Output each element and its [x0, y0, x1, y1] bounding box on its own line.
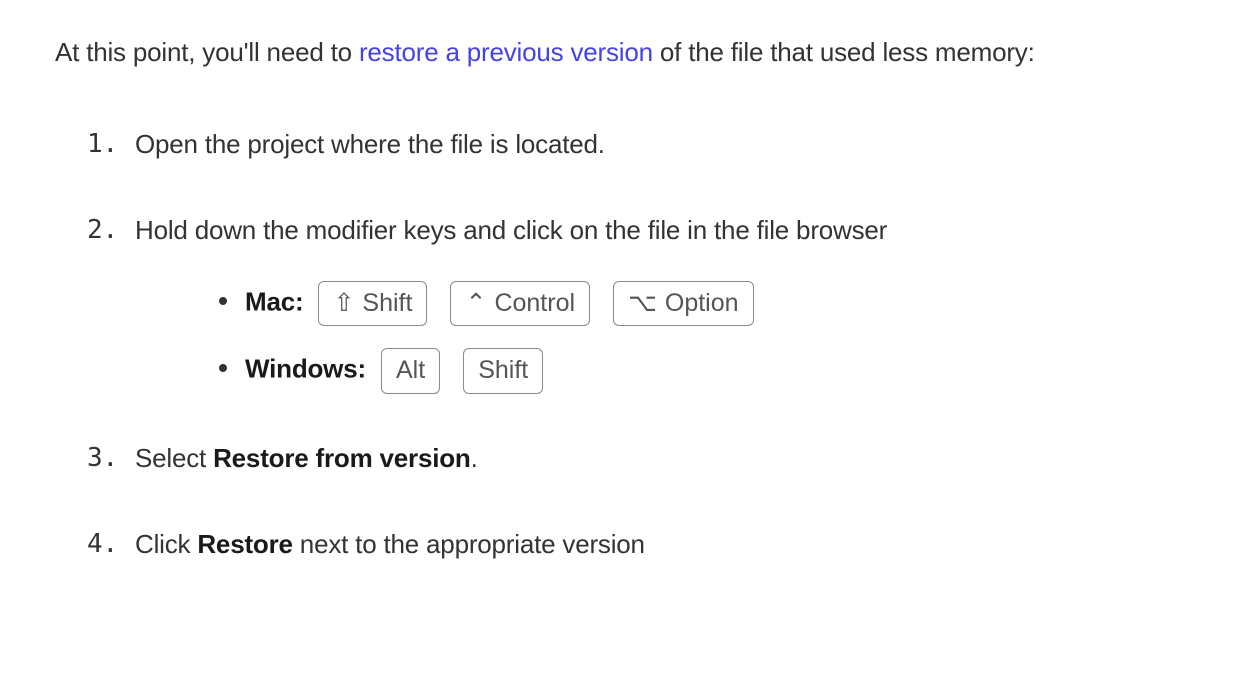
intro-paragraph: At this point, you'll need to restore a …: [55, 30, 1195, 74]
step-4: Click Restore next to the appropriate ve…: [135, 522, 1195, 566]
step-2: Hold down the modifier keys and click on…: [135, 208, 1195, 393]
platform-mac: Mac: ⇧Shift ⌃Control ⌥Option: [245, 281, 1195, 327]
key-shift-win: Shift: [463, 348, 543, 394]
step-3-before: Select: [135, 443, 213, 473]
mac-label: Mac:: [245, 286, 303, 316]
shift-symbol-icon: ⇧: [333, 285, 354, 323]
step-1-text: Open the project where the file is locat…: [135, 129, 605, 159]
step-4-after: next to the appropriate version: [293, 529, 645, 559]
key-shift-win-text: Shift: [478, 352, 528, 390]
steps-list: Open the project where the file is locat…: [55, 122, 1195, 566]
key-alt-win: Alt: [381, 348, 440, 394]
key-shift-mac: ⇧Shift: [318, 281, 427, 327]
step-3-bold: Restore from version: [213, 443, 471, 473]
windows-label: Windows:: [245, 354, 366, 384]
control-symbol-icon: ⌃: [465, 285, 486, 323]
key-option-mac: ⌥Option: [613, 281, 753, 327]
step-4-bold: Restore: [197, 529, 292, 559]
intro-after: of the file that used less memory:: [653, 37, 1035, 67]
step-2-text: Hold down the modifier keys and click on…: [135, 215, 887, 245]
step-3-after: .: [471, 443, 478, 473]
key-shift-text: Shift: [362, 285, 412, 323]
key-control-text: Control: [494, 285, 575, 323]
restore-previous-version-link[interactable]: restore a previous version: [359, 37, 653, 67]
platform-windows: Windows: Alt Shift: [245, 348, 1195, 394]
step-3: Select Restore from version.: [135, 436, 1195, 480]
option-symbol-icon: ⌥: [628, 285, 657, 323]
key-alt-text: Alt: [396, 352, 425, 390]
intro-before: At this point, you'll need to: [55, 37, 359, 67]
key-control-mac: ⌃Control: [450, 281, 590, 327]
key-option-text: Option: [665, 285, 739, 323]
platform-list: Mac: ⇧Shift ⌃Control ⌥Option Windows: Al…: [135, 281, 1195, 394]
step-4-before: Click: [135, 529, 197, 559]
step-1: Open the project where the file is locat…: [135, 122, 1195, 166]
